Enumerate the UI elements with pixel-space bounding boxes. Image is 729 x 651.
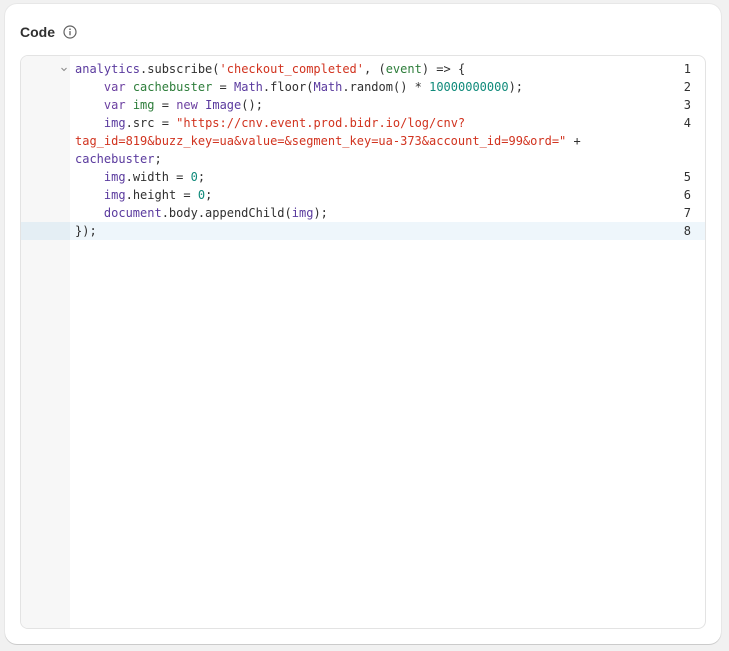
code-line: img.height = 0; — [75, 186, 699, 204]
code-token: "https://cnv.event.prod.bidr.io/log/cnv? — [176, 116, 466, 130]
code-token: .random() * — [342, 80, 430, 94]
code-token: 0 — [197, 188, 206, 202]
code-token: event — [385, 62, 422, 76]
code-token: 'checkout_completed' — [219, 62, 365, 76]
code-token: ); — [313, 206, 328, 220]
code-token: , ( — [364, 62, 386, 76]
code-token: + — [566, 134, 581, 148]
code-token: new — [176, 98, 198, 112]
code-token: ; — [154, 152, 162, 166]
code-line: var cachebuster = Math.floor(Math.random… — [75, 78, 699, 96]
code-card: Code 1 2 3 4 5 6 7 8 analytics.subscribe — [5, 4, 721, 644]
code-token: = — [212, 80, 234, 94]
code-token: Image — [205, 98, 242, 112]
code-token: img — [103, 116, 126, 130]
active-line-gutter-highlight — [21, 222, 70, 240]
code-token: var — [103, 80, 126, 94]
code-token: .body.appendChild( — [161, 206, 292, 220]
code-token: cachebuster — [75, 152, 155, 166]
code-token: ); — [508, 80, 524, 94]
card-header: Code — [20, 22, 77, 42]
code-token: }); — [75, 224, 97, 238]
code-token: img — [132, 98, 155, 112]
line-number-gutter — [21, 56, 70, 628]
code-token: tag_id=819&buzz_key=ua&value=&segment_ke… — [75, 134, 567, 148]
code-token: ) => { — [421, 62, 466, 76]
code-token: .src = — [125, 116, 177, 130]
code-line: img.src = "https://cnv.event.prod.bidr.i… — [75, 114, 699, 132]
code-editor[interactable]: 1 2 3 4 5 6 7 8 analytics.subscribe('che… — [20, 55, 706, 629]
code-line: tag_id=819&buzz_key=ua&value=&segment_ke… — [75, 132, 699, 150]
code-token: = — [154, 98, 177, 112]
code-content[interactable]: analytics.subscribe('checkout_completed'… — [75, 60, 699, 240]
code-token: 10000000000 — [429, 80, 509, 94]
code-token: .subscribe( — [140, 62, 220, 76]
code-line: img.width = 0; — [75, 168, 699, 186]
code-token: img — [291, 206, 314, 220]
code-token: Math — [313, 80, 343, 94]
code-line: var img = new Image(); — [75, 96, 699, 114]
code-token: .height = — [125, 188, 198, 202]
code-line: }); — [75, 222, 699, 240]
info-circle-icon[interactable] — [63, 25, 77, 39]
code-token: Math — [234, 80, 263, 94]
code-token: ; — [197, 170, 206, 184]
code-token: .width = — [125, 170, 191, 184]
chevron-down-icon[interactable] — [60, 60, 68, 78]
code-token: (); — [241, 98, 263, 112]
code-token: cachebuster — [132, 80, 213, 94]
code-line: cachebuster; — [75, 150, 699, 168]
code-token: img — [103, 188, 126, 202]
code-token: 0 — [190, 170, 198, 184]
card-title: Code — [20, 24, 55, 40]
code-token: .floor( — [262, 80, 314, 94]
code-token: ; — [205, 188, 213, 202]
code-line: document.body.appendChild(img); — [75, 204, 699, 222]
code-token: analytics — [75, 62, 141, 76]
code-token: img — [103, 170, 126, 184]
code-line: analytics.subscribe('checkout_completed'… — [75, 60, 699, 78]
code-token: document — [103, 206, 162, 220]
code-token: var — [103, 98, 126, 112]
